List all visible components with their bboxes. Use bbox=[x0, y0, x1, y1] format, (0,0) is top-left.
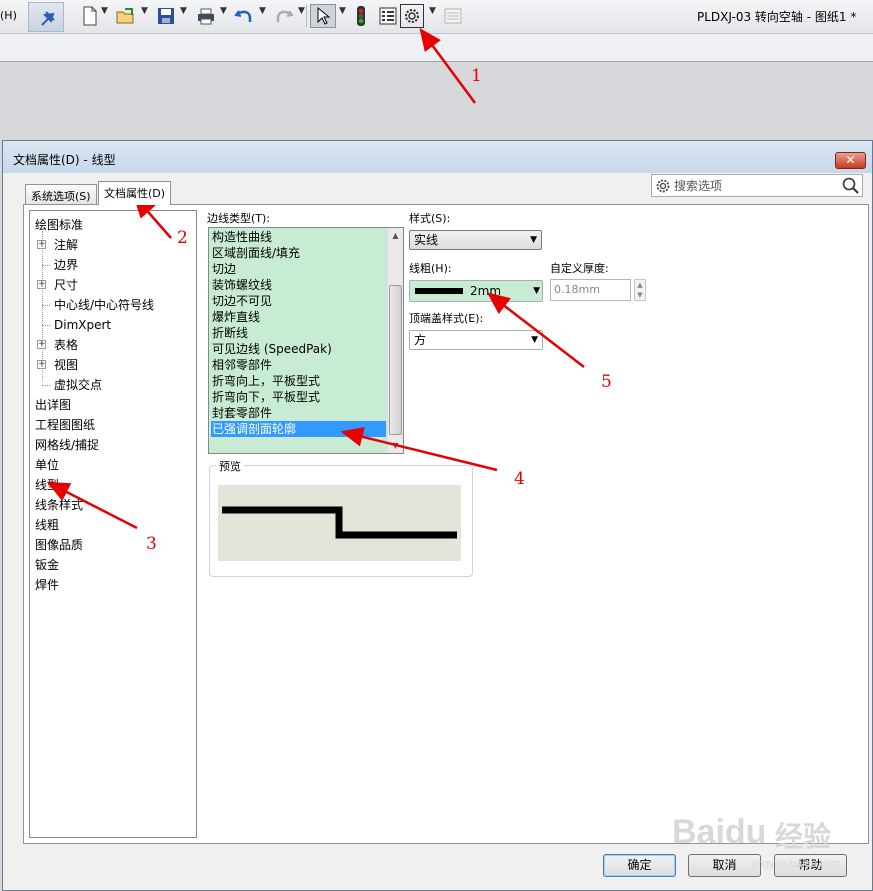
annotation-label-5: 5 bbox=[601, 372, 612, 392]
annotation-arrows bbox=[46, 27, 585, 530]
watermark-url: jingyan.baidu.com bbox=[752, 858, 841, 870]
watermark-brand: Baidu bbox=[672, 813, 767, 851]
annotation-label-4: 4 bbox=[514, 469, 525, 489]
annotation-label-1: 1 bbox=[471, 66, 482, 86]
annotation-label-2: 2 bbox=[177, 228, 188, 248]
annotation-label-3: 3 bbox=[146, 534, 157, 554]
watermark-sub: 经验 bbox=[775, 821, 832, 852]
tab-document-properties[interactable]: 文档属性(D) bbox=[98, 181, 172, 205]
